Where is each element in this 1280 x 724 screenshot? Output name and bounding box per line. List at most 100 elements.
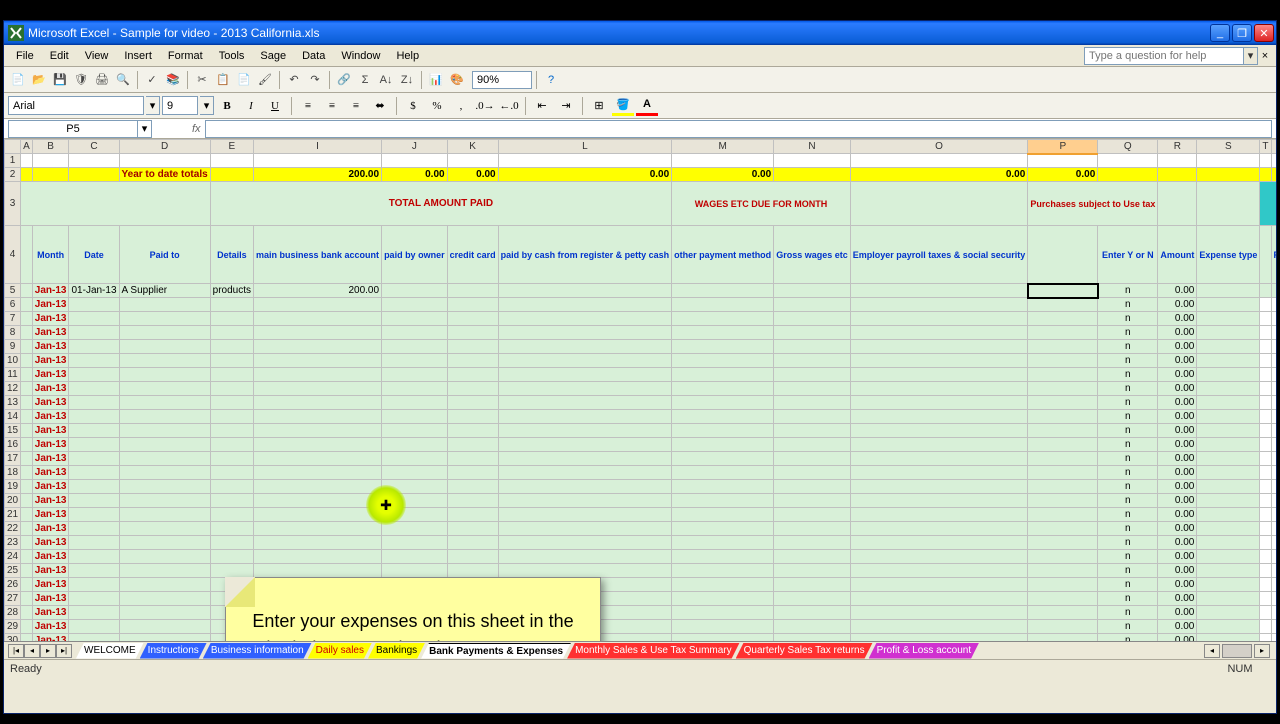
cell-I11[interactable]	[254, 368, 382, 382]
cell-S24[interactable]	[1197, 550, 1260, 564]
cell-M13[interactable]	[672, 396, 774, 410]
cell-N11[interactable]	[774, 368, 851, 382]
cell-B9[interactable]: Jan-13	[32, 340, 69, 354]
cell-P11[interactable]	[1028, 368, 1098, 382]
cell-R14[interactable]: 0.00	[1158, 410, 1197, 424]
cell-B6[interactable]: Jan-13	[32, 298, 69, 312]
cell-D8[interactable]	[119, 326, 210, 340]
decimal-dec-icon[interactable]: ←.0	[498, 96, 520, 116]
cell-A21[interactable]	[21, 508, 33, 522]
cell-Q16[interactable]: n	[1098, 438, 1158, 452]
cell-R12[interactable]: 0.00	[1158, 382, 1197, 396]
cell-E23[interactable]	[210, 536, 253, 550]
cell-L14[interactable]	[498, 410, 672, 424]
cell-P10[interactable]	[1028, 354, 1098, 368]
cell-L19[interactable]	[498, 480, 672, 494]
help-icon[interactable]: ?	[541, 70, 561, 90]
underline-button[interactable]: U	[264, 96, 286, 116]
cell-C13[interactable]	[69, 396, 119, 410]
cell-T24[interactable]	[1260, 550, 1271, 564]
cell-R8[interactable]: 0.00	[1158, 326, 1197, 340]
cell-U11[interactable]: -	[1271, 368, 1276, 382]
cell-K18[interactable]	[447, 466, 498, 480]
cell-P12[interactable]	[1028, 382, 1098, 396]
cell-C21[interactable]	[69, 508, 119, 522]
cell-N9[interactable]	[774, 340, 851, 354]
cell-A29[interactable]	[21, 620, 33, 634]
cell-M29[interactable]	[672, 620, 774, 634]
cell-C27[interactable]	[69, 592, 119, 606]
cell-O20[interactable]	[850, 494, 1028, 508]
cell-M10[interactable]	[672, 354, 774, 368]
menu-file[interactable]: File	[8, 48, 42, 64]
cell-J20[interactable]	[382, 494, 448, 508]
cell-A23[interactable]	[21, 536, 33, 550]
cell-O28[interactable]	[850, 606, 1028, 620]
cell-M15[interactable]	[672, 424, 774, 438]
cell-Q14[interactable]: n	[1098, 410, 1158, 424]
cell-M27[interactable]	[672, 592, 774, 606]
cell-T9[interactable]	[1260, 340, 1271, 354]
cell-Q24[interactable]: n	[1098, 550, 1158, 564]
cell-M7[interactable]	[672, 312, 774, 326]
cell-N13[interactable]	[774, 396, 851, 410]
cell-O15[interactable]	[850, 424, 1028, 438]
cell-S27[interactable]	[1197, 592, 1260, 606]
menu-edit[interactable]: Edit	[42, 48, 77, 64]
cell-D20[interactable]	[119, 494, 210, 508]
cell-L9[interactable]	[498, 340, 672, 354]
cell-N21[interactable]	[774, 508, 851, 522]
hyperlink-icon[interactable]: 🔗	[334, 70, 354, 90]
cell-P18[interactable]	[1028, 466, 1098, 480]
cell-C19[interactable]	[69, 480, 119, 494]
hscroll-left-icon[interactable]: ◂	[1204, 644, 1220, 658]
menu-sage[interactable]: Sage	[252, 48, 294, 64]
cell-L8[interactable]	[498, 326, 672, 340]
col-header-N[interactable]: N	[774, 140, 851, 154]
cell-U9[interactable]: -	[1271, 340, 1276, 354]
col-header-P[interactable]: P	[1028, 140, 1098, 154]
cell-S12[interactable]	[1197, 382, 1260, 396]
cell-P21[interactable]	[1028, 508, 1098, 522]
cell-J13[interactable]	[382, 396, 448, 410]
cell-U21[interactable]: -	[1271, 508, 1276, 522]
cell-L11[interactable]	[498, 368, 672, 382]
col-header-E[interactable]: E	[210, 140, 253, 154]
col-header-I[interactable]: I	[254, 140, 382, 154]
cell-J8[interactable]	[382, 326, 448, 340]
cell-O13[interactable]	[850, 396, 1028, 410]
cell-N27[interactable]	[774, 592, 851, 606]
cell-C29[interactable]	[69, 620, 119, 634]
col-header-D[interactable]: D	[119, 140, 210, 154]
percent-icon[interactable]: %	[426, 96, 448, 116]
cell-P29[interactable]	[1028, 620, 1098, 634]
cell-T13[interactable]	[1260, 396, 1271, 410]
col-header-M[interactable]: M	[672, 140, 774, 154]
cell-R19[interactable]: 0.00	[1158, 480, 1197, 494]
cell-B28[interactable]: Jan-13	[32, 606, 69, 620]
cell-I23[interactable]	[254, 536, 382, 550]
cell-C8[interactable]	[69, 326, 119, 340]
cell-U28[interactable]: -	[1271, 606, 1276, 620]
cell-M17[interactable]	[672, 452, 774, 466]
cell-D22[interactable]	[119, 522, 210, 536]
cell-U8[interactable]: -	[1271, 326, 1276, 340]
cell-O24[interactable]	[850, 550, 1028, 564]
cell-B25[interactable]: Jan-13	[32, 564, 69, 578]
cell-B8[interactable]: Jan-13	[32, 326, 69, 340]
cell-M14[interactable]	[672, 410, 774, 424]
cell-S29[interactable]	[1197, 620, 1260, 634]
sheet-tab-quarterly-sales-tax-returns[interactable]: Quarterly Sales Tax returns	[736, 643, 873, 659]
cell-M18[interactable]	[672, 466, 774, 480]
cell-N23[interactable]	[774, 536, 851, 550]
row-header-21[interactable]: 21	[5, 508, 21, 522]
cell-E12[interactable]	[210, 382, 253, 396]
cell-L12[interactable]	[498, 382, 672, 396]
cell-A11[interactable]	[21, 368, 33, 382]
cell-B24[interactable]: Jan-13	[32, 550, 69, 564]
preview-icon[interactable]: 🔍	[113, 70, 133, 90]
decimal-inc-icon[interactable]: .0→	[474, 96, 496, 116]
cell-P26[interactable]	[1028, 578, 1098, 592]
doc-close-icon[interactable]: ×	[1258, 50, 1272, 62]
row-header-8[interactable]: 8	[5, 326, 21, 340]
